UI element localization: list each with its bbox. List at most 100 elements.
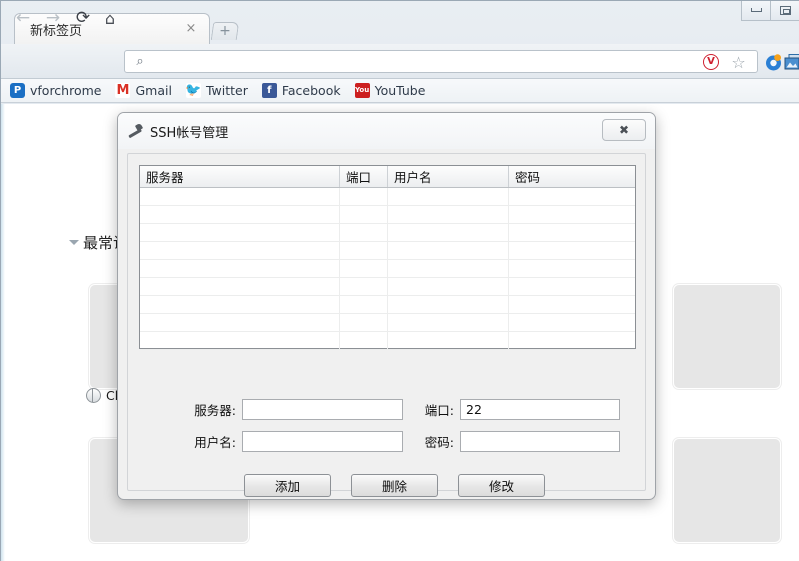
port-input[interactable]: 22 <box>460 399 620 420</box>
page-left-gradient <box>1 104 5 561</box>
modify-button[interactable]: 修改 <box>458 474 545 497</box>
maximize-button[interactable] <box>770 0 799 21</box>
dialog-close-button[interactable]: ✖ <box>602 119 646 141</box>
port-label: 端口: <box>424 403 454 418</box>
browser-window: 最常访问 Ch 最近关闭 Chrome 网上 ... Chrome 浏览 ... <box>0 0 799 561</box>
table-cell <box>388 206 509 223</box>
facebook-icon: f <box>261 83 277 98</box>
table-cell <box>340 242 388 259</box>
bookmark-star-icon[interactable]: ☆ <box>730 54 747 71</box>
forward-icon[interactable]: → <box>42 7 64 29</box>
table-row[interactable] <box>140 260 635 278</box>
table-cell <box>388 260 509 277</box>
table-cell <box>340 278 388 295</box>
close-icon[interactable]: × <box>184 22 198 36</box>
table-cell <box>140 296 340 313</box>
bookmark-label: YouTube <box>374 83 426 98</box>
plus-icon[interactable]: + <box>218 24 232 38</box>
server-label: 服务器: <box>194 403 236 418</box>
table-cell <box>388 242 509 259</box>
table-cell <box>140 224 340 241</box>
table-row[interactable] <box>140 296 635 314</box>
gmail-icon: M <box>115 83 131 98</box>
bookmark-youtube[interactable]: You YouTube <box>354 83 426 98</box>
table-cell <box>509 260 635 277</box>
table-cell <box>388 278 509 295</box>
table-cell <box>509 188 635 205</box>
bookmark-label: Facebook <box>281 83 341 98</box>
reload-icon[interactable]: ⟳ <box>72 7 94 29</box>
column-header-server[interactable]: 服务器 <box>140 166 340 187</box>
table-cell <box>388 332 509 349</box>
table-cell <box>340 206 388 223</box>
bookmark-label: vforchrome <box>30 83 102 98</box>
bookmark-facebook[interactable]: f Facebook <box>261 83 341 98</box>
table-cell <box>388 224 509 241</box>
table-cell <box>340 188 388 205</box>
table-cell <box>340 224 388 241</box>
column-header-password[interactable]: 密码 <box>509 166 635 187</box>
bookmark-label: Twitter <box>205 83 248 98</box>
table-row[interactable] <box>140 314 635 332</box>
thumbnail-tile[interactable] <box>673 438 781 543</box>
table-cell <box>509 224 635 241</box>
table-cell <box>509 278 635 295</box>
back-icon[interactable]: ← <box>12 7 34 29</box>
table-row[interactable] <box>140 206 635 224</box>
maximize-icon <box>779 5 791 15</box>
collapse-triangle-icon[interactable] <box>69 240 79 245</box>
search-icon: ⌕ <box>136 54 144 69</box>
table-cell <box>140 314 340 331</box>
port-field-row: 端口: 22 <box>406 399 620 420</box>
home-icon[interactable]: ⌂ <box>99 7 121 29</box>
add-button[interactable]: 添加 <box>244 474 331 497</box>
bookmarks-bar: P vforchrome M Gmail 🐦 Twitter f Faceboo… <box>0 79 799 103</box>
table-cell <box>388 296 509 313</box>
window-capture-icon[interactable] <box>782 51 799 73</box>
globe-icon <box>86 388 101 403</box>
window-controls <box>741 0 799 21</box>
username-input[interactable] <box>242 431 403 452</box>
username-field-row: 用户名: <box>174 431 403 452</box>
table-row[interactable] <box>140 188 635 206</box>
table-cell <box>340 314 388 331</box>
gear-icon[interactable] <box>762 51 784 73</box>
thumbnail-tile[interactable] <box>673 284 781 389</box>
table-cell <box>140 260 340 277</box>
wrench-icon <box>126 122 144 140</box>
table-row[interactable] <box>140 224 635 242</box>
table-row[interactable] <box>140 278 635 296</box>
accounts-table[interactable]: 服务器 端口 用户名 密码 <box>139 165 636 350</box>
vforchrome-icon: P <box>10 83 25 98</box>
server-field-row: 服务器: <box>174 399 403 420</box>
bookmark-label: Gmail <box>135 83 172 98</box>
bookmark-gmail[interactable]: M Gmail <box>115 83 172 98</box>
minimize-button[interactable] <box>741 0 770 21</box>
password-input[interactable] <box>460 431 620 452</box>
column-header-username[interactable]: 用户名 <box>388 166 509 187</box>
table-cell <box>509 332 635 349</box>
dialog-body: 服务器 端口 用户名 密码 服务器: 端口: 22 用户名: 密码: 添加 删除… <box>127 153 646 497</box>
bookmark-twitter[interactable]: 🐦 Twitter <box>185 83 248 98</box>
table-cell <box>509 296 635 313</box>
bookmark-vforchrome[interactable]: P vforchrome <box>10 83 101 98</box>
table-header-row: 服务器 端口 用户名 密码 <box>140 166 635 188</box>
address-bar[interactable]: ⌕ V ☆ <box>124 50 758 73</box>
table-cell <box>340 296 388 313</box>
table-row[interactable] <box>140 332 635 350</box>
table-cell <box>388 314 509 331</box>
table-cell <box>140 242 340 259</box>
dialog-title-bar[interactable]: SSH帐号管理 <box>118 113 655 149</box>
column-header-port[interactable]: 端口 <box>340 166 388 187</box>
table-cell <box>340 260 388 277</box>
username-label: 用户名: <box>194 435 236 450</box>
table-cell <box>388 188 509 205</box>
server-input[interactable] <box>242 399 403 420</box>
table-row[interactable] <box>140 242 635 260</box>
dialog-button-row: 添加 删除 修改 <box>244 474 565 497</box>
dialog-title: SSH帐号管理 <box>150 125 229 141</box>
table-cell <box>140 206 340 223</box>
table-cell <box>340 332 388 349</box>
vforchrome-badge-icon[interactable]: V <box>703 54 719 70</box>
delete-button[interactable]: 删除 <box>351 474 438 497</box>
